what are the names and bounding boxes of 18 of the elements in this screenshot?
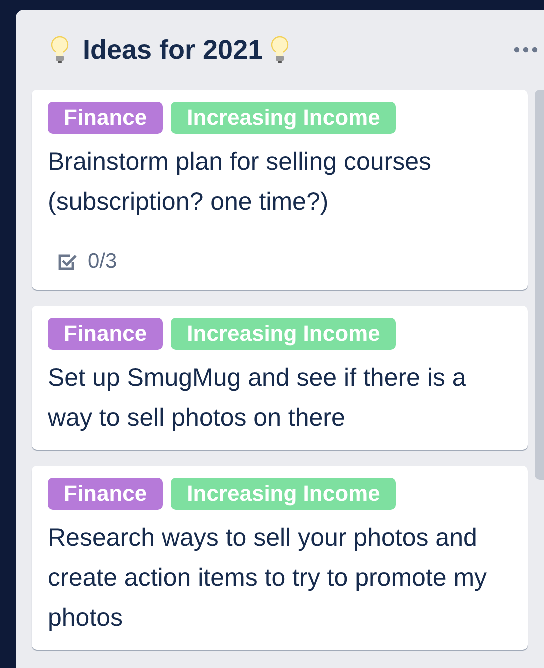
- list-title: Ideas for 2021: [83, 34, 264, 66]
- card-label[interactable]: Finance: [48, 478, 164, 510]
- card-title: Brainstorm plan for selling courses (subscription? one time?): [48, 147, 432, 218]
- more-menu-icon[interactable]: [514, 47, 538, 53]
- card-label[interactable]: Increasing Income: [171, 318, 396, 350]
- checklist-count: 0/3: [88, 250, 118, 274]
- card-title: Set up SmugMug and see if there is a way to sell photos on there: [48, 363, 468, 434]
- card-title: Research ways to sell your photos and create action items to try to promote my photos: [48, 523, 488, 634]
- scrollbar[interactable]: [535, 90, 544, 480]
- task-card[interactable]: Finance Increasing Income Brainstorm plan for selling courses (subscription? one time?) 0/3: [32, 90, 528, 290]
- card-label[interactable]: Finance: [48, 318, 164, 350]
- card-label[interactable]: Increasing Income: [171, 478, 396, 510]
- card-label[interactable]: Increasing Income: [171, 102, 396, 134]
- lightbulb-icon: [271, 36, 290, 64]
- task-card[interactable]: Finance Increasing Income Set up SmugMug and see if there is a way to sell photos on there: [32, 306, 528, 450]
- task-card[interactable]: Finance Increasing Income Research ways to sell your photos and create action items to try to promote my photos: [32, 466, 528, 650]
- lightbulb-icon: [51, 36, 69, 64]
- card-label[interactable]: Finance: [48, 102, 164, 134]
